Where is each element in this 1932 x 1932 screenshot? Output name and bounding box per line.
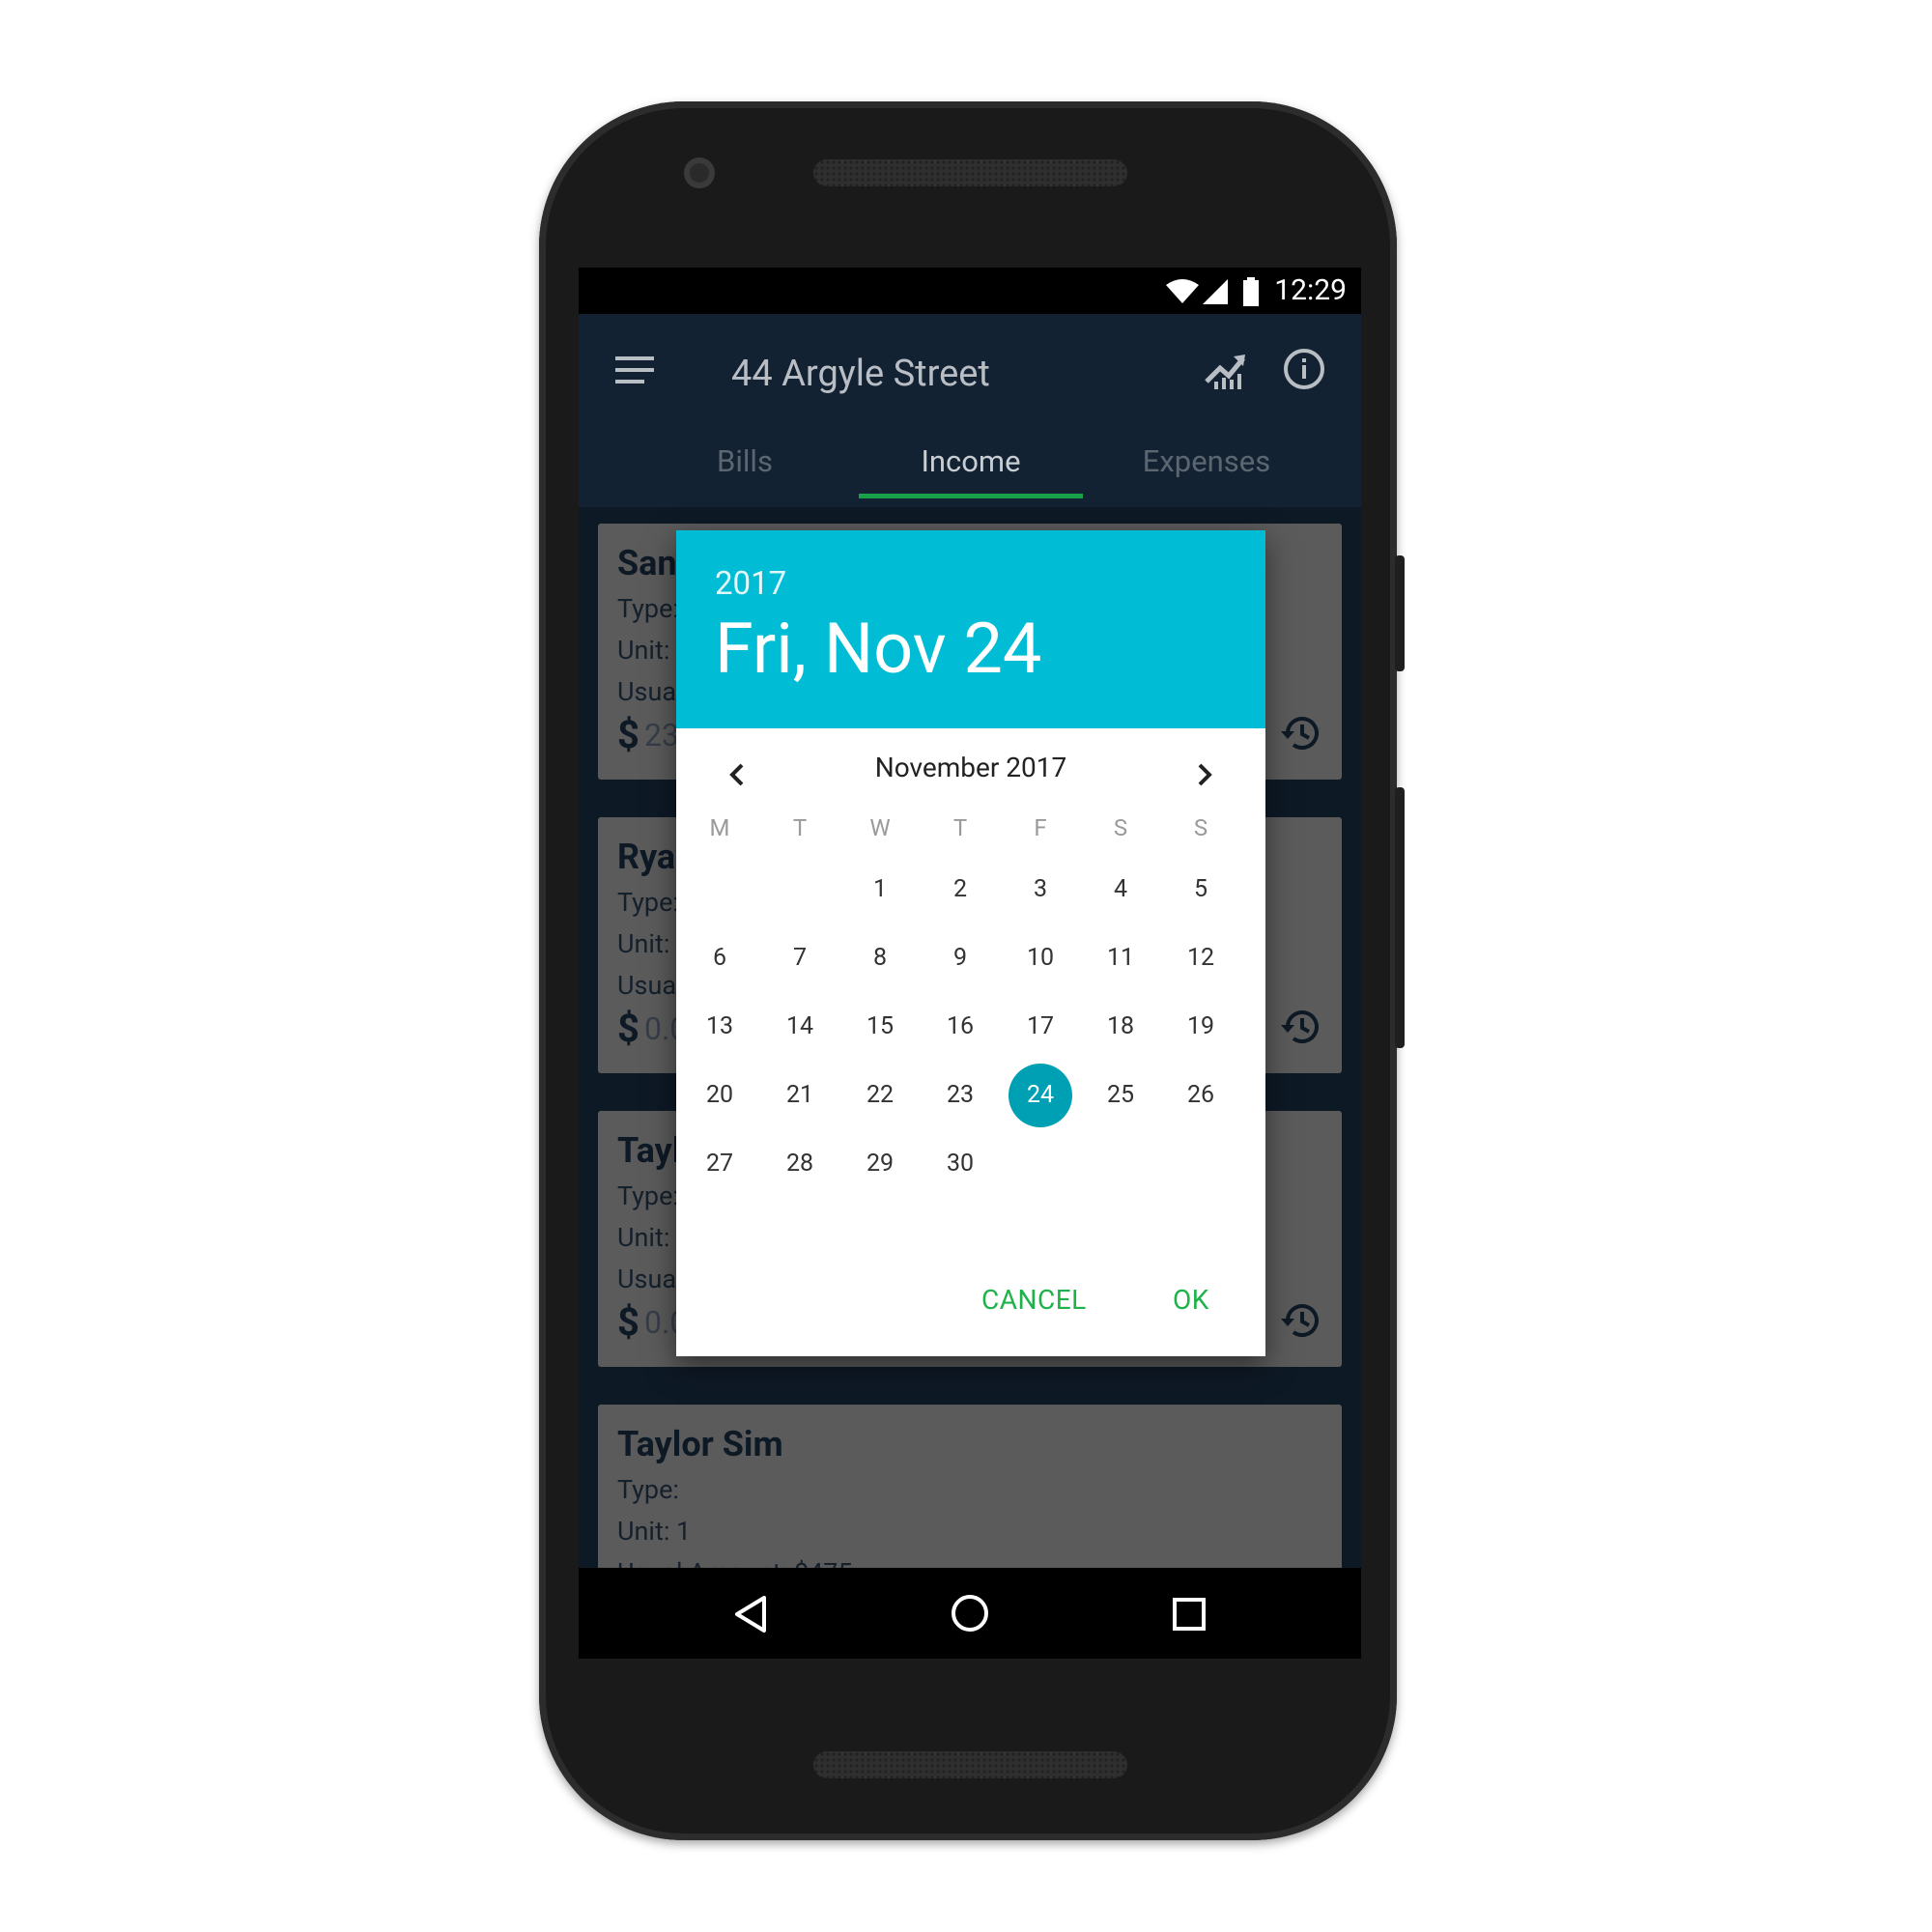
- tab-indicator: [859, 494, 1083, 498]
- header-year[interactable]: 2017: [715, 565, 786, 603]
- front-camera: [684, 157, 715, 188]
- weekday-label: T: [952, 814, 968, 841]
- calendar-day[interactable]: 11: [1089, 926, 1152, 990]
- wifi-icon: [1166, 279, 1199, 303]
- weekday-label: F: [1034, 814, 1047, 841]
- calendar-day[interactable]: 25: [1089, 1064, 1152, 1127]
- navigation-bar: [579, 1568, 1361, 1659]
- calendar-day[interactable]: 12: [1169, 926, 1233, 990]
- calendar-day[interactable]: 14: [768, 995, 832, 1059]
- calendar-day[interactable]: 5: [1169, 858, 1233, 922]
- calendar-day[interactable]: 23: [928, 1064, 992, 1127]
- date-picker-dialog: 2017 Fri, Nov 24 November 2017 MTWTFSS 1…: [676, 530, 1265, 1356]
- calendar-day[interactable]: 22: [848, 1064, 912, 1127]
- battery-icon: [1243, 277, 1259, 306]
- trending-up-icon[interactable]: [1205, 349, 1249, 391]
- info-icon[interactable]: [1282, 347, 1326, 391]
- calendar-day[interactable]: 10: [1009, 926, 1072, 990]
- ok-button[interactable]: OK: [1173, 1284, 1209, 1316]
- calendar-day[interactable]: 1: [848, 858, 912, 922]
- calendar-day[interactable]: 16: [928, 995, 992, 1059]
- calendar-day[interactable]: 27: [688, 1132, 752, 1196]
- header-selected-date[interactable]: Fri, Nov 24: [715, 608, 1041, 690]
- weekday-label: S: [1113, 814, 1128, 841]
- month-label: November 2017: [874, 752, 1067, 783]
- cancel-button[interactable]: CANCEL: [981, 1284, 1087, 1316]
- weekday-label: W: [869, 814, 891, 841]
- calendar-day[interactable]: 28: [768, 1132, 832, 1196]
- recents-icon[interactable]: [1172, 1597, 1207, 1632]
- tab-income[interactable]: Income: [859, 443, 1083, 479]
- calendar-day[interactable]: 19: [1169, 995, 1233, 1059]
- menu-icon[interactable]: [615, 355, 656, 385]
- weekday-label: S: [1193, 814, 1208, 841]
- calendar-day[interactable]: 20: [688, 1064, 752, 1127]
- date-picker-header: 2017 Fri, Nov 24: [676, 530, 1265, 728]
- calendar-day[interactable]: 26: [1169, 1064, 1233, 1127]
- calendar-day-selected[interactable]: 24: [1009, 1064, 1072, 1127]
- calendar-day[interactable]: 8: [848, 926, 912, 990]
- calendar-day[interactable]: 2: [928, 858, 992, 922]
- tab-bills[interactable]: Bills: [633, 443, 857, 479]
- bottom-speaker: [813, 1751, 1127, 1778]
- calendar-day[interactable]: 15: [848, 995, 912, 1059]
- calendar-day[interactable]: 21: [768, 1064, 832, 1127]
- calendar-day[interactable]: 17: [1009, 995, 1072, 1059]
- calendar-day[interactable]: 3: [1009, 858, 1072, 922]
- power-button: [1395, 555, 1405, 671]
- tab-expenses[interactable]: Expenses: [1094, 443, 1319, 479]
- calendar-day[interactable]: 18: [1089, 995, 1152, 1059]
- calendar-day[interactable]: 30: [928, 1132, 992, 1196]
- calendar-day[interactable]: 29: [848, 1132, 912, 1196]
- top-speaker: [813, 159, 1127, 186]
- signal-icon: [1203, 279, 1228, 304]
- calendar-day[interactable]: 7: [768, 926, 832, 990]
- status-time: 12:29: [1274, 273, 1347, 307]
- weekday-label: T: [792, 814, 808, 841]
- calendar-day[interactable]: 4: [1089, 858, 1152, 922]
- calendar-day[interactable]: 13: [688, 995, 752, 1059]
- page-title: 44 Argyle Street: [731, 353, 990, 395]
- back-icon[interactable]: [733, 1595, 768, 1634]
- status-bar: 12:29: [579, 268, 1361, 314]
- chevron-right-icon[interactable]: [1184, 755, 1223, 794]
- calendar-day[interactable]: 6: [688, 926, 752, 990]
- home-icon[interactable]: [950, 1593, 990, 1634]
- volume-button: [1395, 787, 1405, 1048]
- weekday-label: M: [709, 814, 730, 841]
- calendar-day[interactable]: 9: [928, 926, 992, 990]
